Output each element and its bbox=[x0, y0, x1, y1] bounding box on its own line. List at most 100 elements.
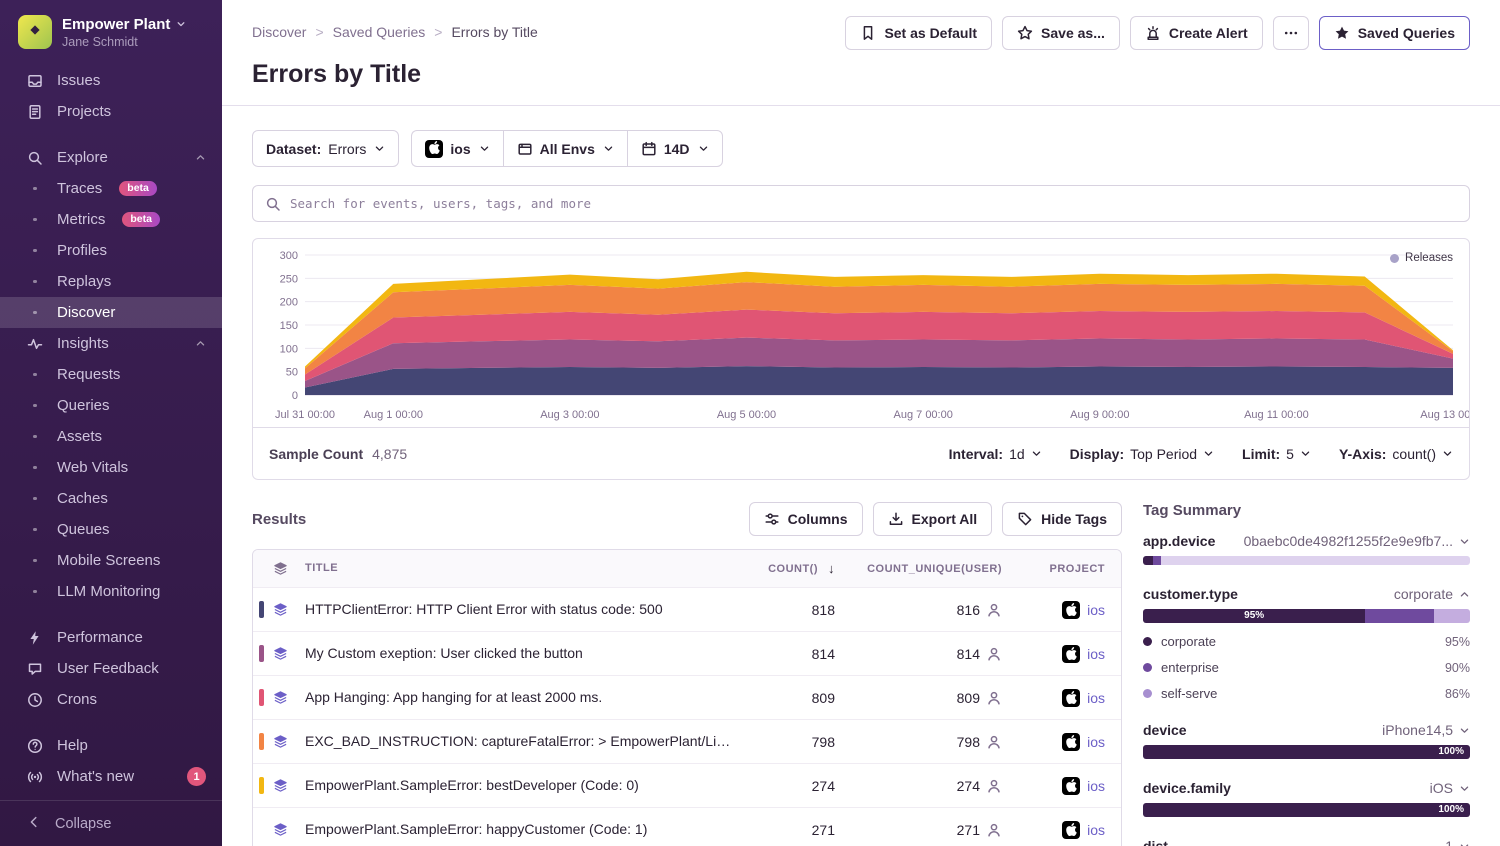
sidebar-item-traces[interactable]: Tracesbeta bbox=[0, 173, 222, 204]
saved-queries-button[interactable]: Saved Queries bbox=[1319, 16, 1470, 50]
breadcrumb-discover[interactable]: Discover bbox=[252, 24, 306, 40]
series-color-chip bbox=[259, 645, 264, 662]
sidebar-item-help[interactable]: Help bbox=[0, 730, 222, 761]
tag-value-toggle[interactable]: corporate bbox=[1394, 586, 1470, 602]
environment-selector[interactable]: All Envs bbox=[503, 130, 627, 167]
sidebar-item-label: Replays bbox=[57, 273, 111, 290]
limit-control[interactable]: Limit:5 bbox=[1242, 446, 1311, 462]
chevron-up-icon bbox=[1459, 589, 1470, 600]
results-section: Results ColumnsExport AllHide Tags TITLE… bbox=[252, 502, 1122, 846]
tag-distribution-bar[interactable]: 100% bbox=[1143, 745, 1470, 759]
project-selector[interactable]: ios bbox=[411, 130, 502, 167]
table-row: App Hanging: App hanging for at least 20… bbox=[253, 675, 1121, 719]
content-area: Dataset: Errors ios All Envs bbox=[222, 106, 1500, 846]
sidebar-item-discover[interactable]: Discover bbox=[0, 297, 222, 328]
tag-value-row[interactable]: self-serve86% bbox=[1143, 686, 1470, 701]
tag-distribution-bar[interactable]: 100% bbox=[1143, 803, 1470, 817]
sidebar-item-assets[interactable]: Assets bbox=[0, 421, 222, 452]
event-title-link[interactable]: App Hanging: App hanging for at least 20… bbox=[305, 676, 741, 719]
create-alert-button[interactable]: Create Alert bbox=[1130, 16, 1263, 50]
tag-value-toggle[interactable]: iOS bbox=[1430, 780, 1470, 796]
dataset-selector[interactable]: Dataset: Errors bbox=[252, 130, 399, 167]
column-header-project[interactable]: PROJECT bbox=[1016, 563, 1121, 575]
apple-icon bbox=[1062, 777, 1080, 795]
sidebar-group-insights[interactable]: Insights bbox=[0, 328, 222, 359]
event-title-link[interactable]: My Custom exeption: User clicked the but… bbox=[305, 632, 741, 675]
control-label: Limit: bbox=[1242, 446, 1280, 462]
more-options-button[interactable] bbox=[1273, 16, 1309, 50]
count-unique-value: 816 bbox=[841, 602, 1016, 618]
tag-value-row[interactable]: corporate95% bbox=[1143, 634, 1470, 649]
pulse-icon bbox=[26, 336, 44, 352]
bullet-icon bbox=[26, 497, 44, 501]
interval-control[interactable]: Interval:1d bbox=[949, 446, 1042, 462]
date-range-selector[interactable]: 14D bbox=[627, 130, 723, 167]
event-title-link[interactable]: HTTPClientError: HTTP Client Error with … bbox=[305, 588, 741, 631]
sidebar-collapse-button[interactable]: Collapse bbox=[0, 800, 222, 846]
set-as-default-button[interactable]: Set as Default bbox=[845, 16, 992, 50]
sidebar-item-mobile-screens[interactable]: Mobile Screens bbox=[0, 545, 222, 576]
column-header-count-unique[interactable]: COUNT_UNIQUE(USER) bbox=[841, 563, 1016, 575]
sidebar-item-metrics[interactable]: Metricsbeta bbox=[0, 204, 222, 235]
sidebar-item-label: User Feedback bbox=[57, 660, 159, 677]
sidebar-item-caches[interactable]: Caches bbox=[0, 483, 222, 514]
sidebar-item-issues[interactable]: Issues bbox=[0, 65, 222, 96]
sidebar-item-web-vitals[interactable]: Web Vitals bbox=[0, 452, 222, 483]
sidebar-item-llm-monitoring[interactable]: LLM Monitoring bbox=[0, 576, 222, 607]
org-switcher[interactable]: Empower Plant Jane Schmidt bbox=[0, 0, 222, 61]
project-link[interactable]: ios bbox=[1016, 689, 1121, 707]
project-link[interactable]: ios bbox=[1016, 821, 1121, 839]
tag-distribution-bar[interactable] bbox=[1143, 556, 1470, 565]
bar-segment bbox=[1143, 556, 1153, 565]
sidebar-item-requests[interactable]: Requests bbox=[0, 359, 222, 390]
sidebar-item-label: Issues bbox=[57, 72, 100, 89]
column-header-title[interactable]: TITLE bbox=[305, 550, 741, 587]
event-title-link[interactable]: EXC_BAD_INSTRUCTION: captureFatalError: … bbox=[305, 720, 741, 763]
chart-legend-releases[interactable]: Releases bbox=[1390, 252, 1453, 264]
star-filled-icon bbox=[1334, 25, 1350, 41]
event-title-link[interactable]: EmpowerPlant.SampleError: happyCustomer … bbox=[305, 808, 741, 846]
sidebar-item-replays[interactable]: Replays bbox=[0, 266, 222, 297]
project-link[interactable]: ios bbox=[1016, 601, 1121, 619]
event-title-link[interactable]: EmpowerPlant.SampleError: bestDeveloper … bbox=[305, 764, 741, 807]
display-control[interactable]: Display:Top Period bbox=[1070, 446, 1214, 462]
sidebar-group-explore[interactable]: Explore bbox=[0, 142, 222, 173]
lightning-icon bbox=[26, 630, 44, 646]
sidebar-item-crons[interactable]: Crons bbox=[0, 684, 222, 715]
export-all-button[interactable]: Export All bbox=[873, 502, 993, 536]
svg-text:200: 200 bbox=[280, 297, 298, 309]
sidebar-item-user-feedback[interactable]: User Feedback bbox=[0, 653, 222, 684]
search-icon bbox=[26, 150, 44, 166]
download-icon bbox=[888, 511, 904, 527]
project-link[interactable]: ios bbox=[1016, 733, 1121, 751]
columns-button[interactable]: Columns bbox=[749, 502, 863, 536]
stacked-area-chart[interactable]: 050100150200250300Jul 31 00:00Aug 1 00:0… bbox=[253, 239, 1469, 427]
sidebar-item-projects[interactable]: Projects bbox=[0, 96, 222, 127]
project-link[interactable]: ios bbox=[1016, 645, 1121, 663]
search-bar[interactable] bbox=[252, 185, 1470, 222]
sidebar-item-performance[interactable]: Performance bbox=[0, 622, 222, 653]
breadcrumb-saved-queries[interactable]: Saved Queries bbox=[333, 24, 426, 40]
bar-segment bbox=[1434, 609, 1470, 623]
sidebar-item-queues[interactable]: Queues bbox=[0, 514, 222, 545]
count-unique-value: 809 bbox=[841, 690, 1016, 706]
project-link[interactable]: ios bbox=[1016, 777, 1121, 795]
y-axis-control[interactable]: Y-Axis:count() bbox=[1339, 446, 1453, 462]
tag-value-toggle[interactable]: 1 bbox=[1445, 838, 1470, 846]
tag-value-toggle[interactable]: 0baebc0de4982f1255f2e9e9fb7... bbox=[1244, 533, 1470, 549]
tag-value-toggle[interactable]: iPhone14,5 bbox=[1382, 722, 1470, 738]
tag-distribution-bar[interactable]: 95% bbox=[1143, 609, 1470, 623]
collapse-label: Collapse bbox=[55, 816, 111, 832]
column-header-count[interactable]: COUNT()↓ bbox=[741, 561, 841, 576]
hide-tags-button[interactable]: Hide Tags bbox=[1002, 502, 1122, 536]
sidebar-item-queries[interactable]: Queries bbox=[0, 390, 222, 421]
sidebar-item-label: Projects bbox=[57, 103, 111, 120]
breadcrumb: Discover>Saved Queries>Errors by Title bbox=[252, 16, 538, 40]
tag-value-row[interactable]: enterprise90% bbox=[1143, 660, 1470, 675]
sidebar-item-profiles[interactable]: Profiles bbox=[0, 235, 222, 266]
search-input[interactable] bbox=[290, 196, 1457, 211]
sidebar-item-what-s-new[interactable]: What's new1 bbox=[0, 761, 222, 792]
save-as-button[interactable]: Save as... bbox=[1002, 16, 1120, 50]
chevron-down-icon bbox=[698, 143, 709, 154]
stack-icon bbox=[273, 561, 288, 576]
